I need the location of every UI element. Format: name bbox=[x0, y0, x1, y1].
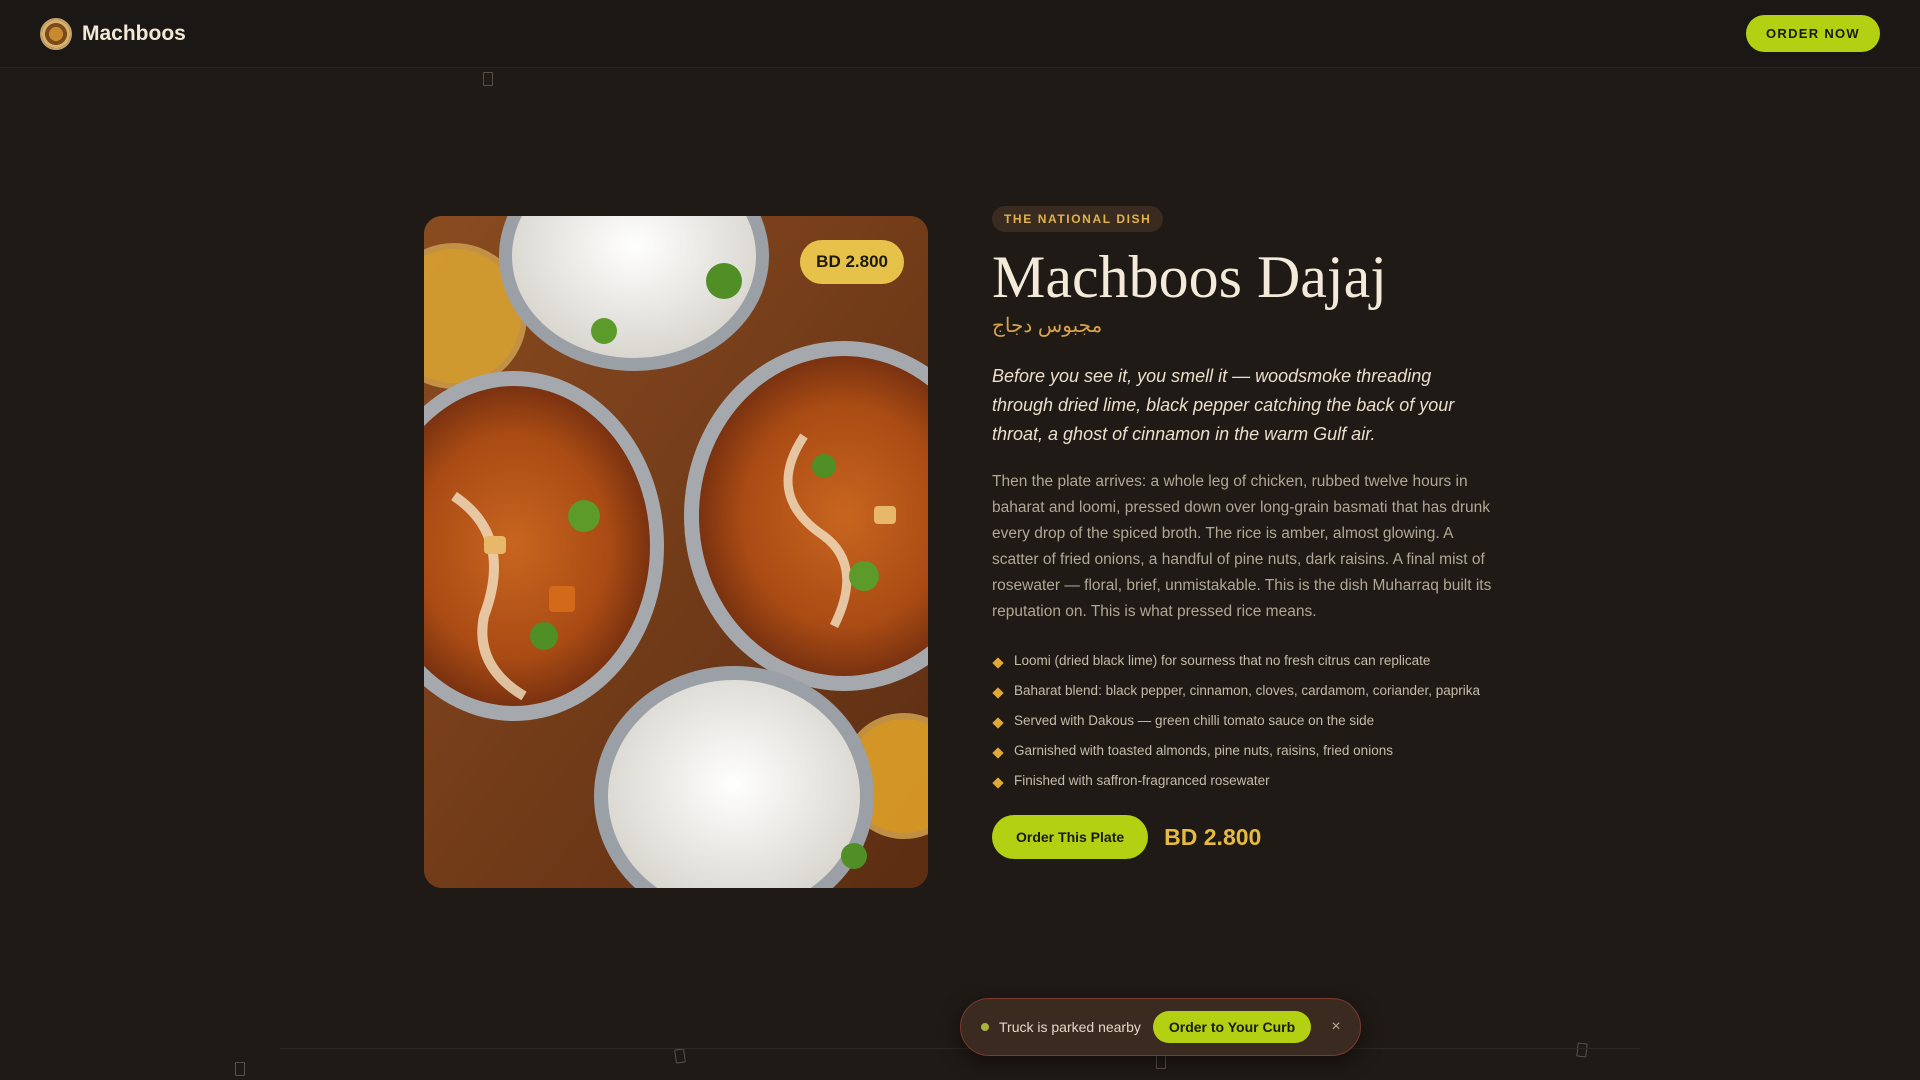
diamond-bullet-icon bbox=[992, 747, 1004, 759]
truck-nearby-toast: Truck is parked nearby Order to Your Cur… bbox=[960, 998, 1361, 1056]
footer-divider bbox=[280, 1048, 1640, 1049]
feature-item: Garnished with toasted almonds, pine nut… bbox=[992, 741, 1494, 761]
decorative-square-icon bbox=[1576, 1042, 1588, 1058]
feature-item: Finished with saffron-fragranced rosewat… bbox=[992, 771, 1494, 791]
decorative-square-icon bbox=[483, 72, 493, 86]
order-actions: Order This Plate BD 2.800 bbox=[992, 815, 1494, 859]
dish-description: Then the plate arrives: a whole leg of c… bbox=[992, 473, 1492, 620]
order-now-button[interactable]: ORDER NOW bbox=[1745, 15, 1880, 52]
feature-text: Finished with saffron-fragranced rosewat… bbox=[1014, 773, 1270, 788]
order-this-plate-button[interactable]: Order This Plate bbox=[992, 815, 1149, 859]
diamond-bullet-icon bbox=[992, 717, 1004, 729]
order-to-curb-button[interactable]: Order to Your Curb bbox=[1152, 1011, 1312, 1043]
brand-name: Machboos bbox=[82, 21, 186, 45]
feature-text: Loomi (dried black lime) for sourness th… bbox=[1014, 653, 1431, 668]
feature-list: Loomi (dried black lime) for sourness th… bbox=[992, 651, 1494, 791]
category-tag: THE NATIONAL DISH bbox=[992, 206, 1164, 232]
feature-text: Garnished with toasted almonds, pine nut… bbox=[1014, 743, 1393, 758]
brand[interactable]: Machboos bbox=[40, 17, 186, 50]
feature-item: Loomi (dried black lime) for sourness th… bbox=[992, 651, 1494, 671]
dish-photo-illustration bbox=[424, 216, 928, 888]
feature-item: Baharat blend: black pepper, cinnamon, c… bbox=[992, 681, 1494, 701]
brand-logo-icon bbox=[40, 17, 72, 50]
diamond-bullet-icon bbox=[992, 687, 1004, 699]
decorative-square-icon bbox=[674, 1048, 686, 1064]
toast-message: Truck is parked nearby bbox=[999, 1019, 1141, 1035]
close-icon[interactable]: × bbox=[1326, 1018, 1346, 1036]
dish-lead-text: Before you see it, you smell it — woodsm… bbox=[992, 366, 1455, 444]
decorative-square-icon bbox=[1156, 1055, 1166, 1069]
price-badge: BD 2.800 bbox=[800, 240, 904, 284]
diamond-bullet-icon bbox=[992, 657, 1004, 669]
diamond-bullet-icon bbox=[992, 777, 1004, 789]
feature-text: Served with Dakous — green chilli tomato… bbox=[1014, 713, 1375, 728]
dish-photo: BD 2.800 bbox=[424, 216, 928, 888]
top-navigation-bar: Machboos ORDER NOW bbox=[0, 0, 1920, 68]
feature-item: Served with Dakous — green chilli tomato… bbox=[992, 711, 1494, 731]
status-dot-icon bbox=[981, 1023, 989, 1031]
decorative-square-icon bbox=[235, 1062, 245, 1076]
dish-info: THE NATIONAL DISH Machboos Dajaj مجبوس د… bbox=[992, 206, 1494, 859]
dish-title: Machboos Dajaj bbox=[992, 244, 1387, 310]
dish-arabic-name: مجبوس دجاج bbox=[992, 315, 1103, 337]
dish-price: BD 2.800 bbox=[1164, 823, 1262, 850]
feature-text: Baharat blend: black pepper, cinnamon, c… bbox=[1014, 683, 1481, 698]
